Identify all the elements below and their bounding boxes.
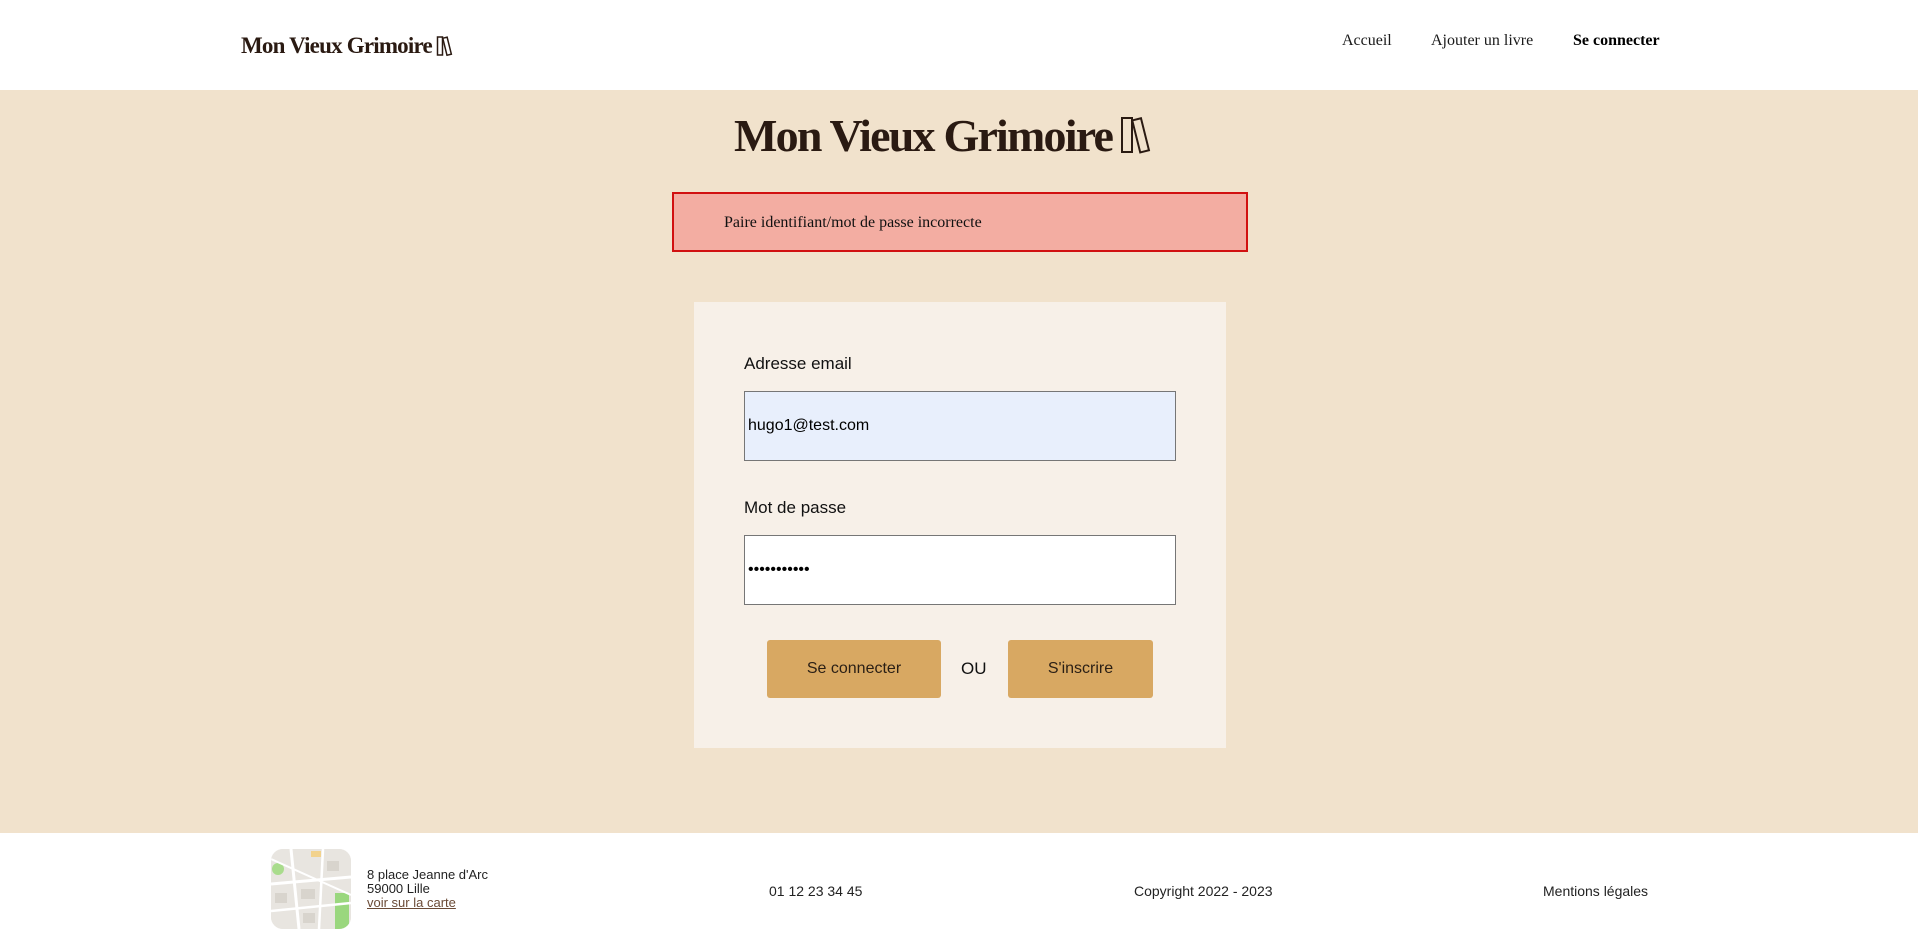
password-input[interactable] [744,535,1176,605]
site-header: Mon Vieux Grimoire Accueil Ajouter un li… [0,0,1918,90]
nav-home-link[interactable]: Accueil [1342,30,1392,52]
header-logo-text: Mon Vieux Grimoire [241,33,433,58]
error-alert: Paire identifiant/mot de passe incorrect… [672,192,1248,252]
footer-address: 8 place Jeanne d'Arc 59000 Lille voir su… [367,868,488,910]
books-icon [436,36,453,57]
address-line-2: 59000 Lille [367,881,430,896]
books-icon [1121,117,1151,154]
header-logo[interactable]: Mon Vieux Grimoire [241,31,456,61]
login-button[interactable]: Se connecter [767,640,941,698]
nav-add-book-link[interactable]: Ajouter un livre [1431,30,1533,52]
page-title: Mon Vieux Grimoire [734,107,1156,163]
map-thumbnail[interactable] [271,849,351,929]
register-button[interactable]: S'inscrire [1008,640,1153,698]
login-form: Adresse email Mot de passe Se connecter … [694,302,1226,748]
password-label: Mot de passe [744,498,847,517]
email-input[interactable] [744,391,1176,461]
or-separator: OU [961,659,987,678]
legal-link[interactable]: Mentions légales [1543,883,1648,899]
nav-login-link[interactable]: Se connecter [1573,30,1660,52]
page-title-text: Mon Vieux Grimoire [734,109,1114,161]
email-label: Adresse email [744,354,852,373]
error-message: Paire identifiant/mot de passe incorrect… [724,214,982,231]
footer-copyright: Copyright 2022 - 2023 [1134,883,1273,899]
map-link[interactable]: voir sur la carte [367,895,456,910]
footer-phone: 01 12 23 34 45 [769,883,863,899]
site-footer: 8 place Jeanne d'Arc 59000 Lille voir su… [0,833,1918,943]
map-icon [271,849,351,929]
address-line-1: 8 place Jeanne d'Arc [367,867,489,882]
